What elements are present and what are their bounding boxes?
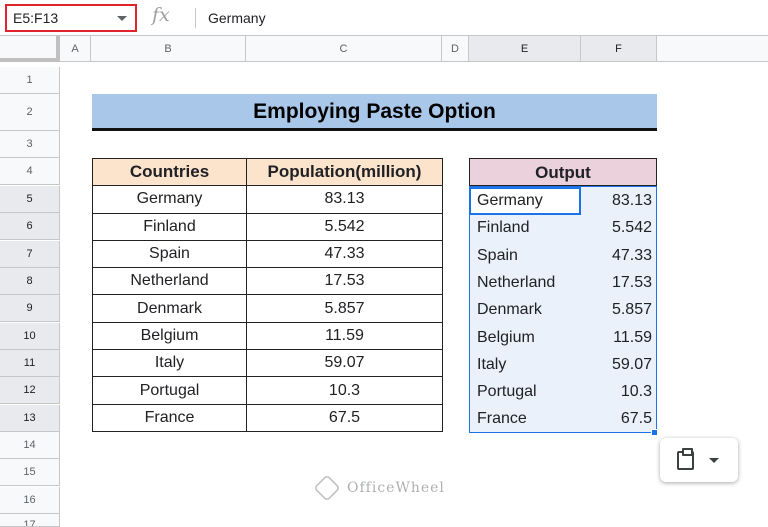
country-cell[interactable]: Germany [92,185,247,214]
row-header-15[interactable]: 15 [0,459,60,487]
chevron-down-icon[interactable] [709,458,719,463]
column-header-e[interactable]: E [469,36,581,62]
column-header-c[interactable]: C [246,36,442,62]
row-header-2[interactable]: 2 [0,94,60,131]
population-cell[interactable]: 10.3 [246,376,443,405]
row-header-3[interactable]: 3 [0,131,60,159]
output-value-cell[interactable]: 83.13 [612,187,652,214]
header-population[interactable]: Population(million) [246,157,443,187]
country-cell[interactable]: Netherland [92,267,247,296]
watermark-text: OfficeWheel [347,480,445,496]
formula-bar: E5:F13 fx Germany [0,0,768,36]
population-cell[interactable]: 5.857 [246,294,443,323]
country-cell[interactable]: Spain [92,239,247,269]
table-row: Denmark 5.857 [470,296,656,323]
row-header-17[interactable]: 17 [0,514,60,527]
row-header-1[interactable]: 1 [0,67,60,95]
row-header-7[interactable]: 7 [0,241,60,269]
row-header-9[interactable]: 9 [0,295,60,323]
output-value-cell[interactable]: 5.857 [612,296,652,323]
population-cell[interactable]: 17.53 [246,267,443,296]
active-cell-value[interactable]: Germany [477,192,543,210]
output-value-cell[interactable]: 17.53 [612,269,652,296]
output-value-cell[interactable]: 59.07 [612,351,652,378]
table-row: Finland 5.542 [470,214,656,241]
population-cell[interactable]: 47.33 [246,239,443,269]
table-row: Italy 59.07 [470,351,656,378]
output-country-cell[interactable]: Netherland [477,269,555,296]
output-header[interactable]: Output [469,158,657,186]
output-value-cell[interactable]: 11.59 [613,324,652,351]
table-row: Finland 5.542 [92,212,443,241]
select-all-corner[interactable] [0,36,60,62]
country-cell[interactable]: Italy [92,349,247,378]
population-cell[interactable]: 83.13 [246,185,443,214]
population-cell[interactable]: 5.542 [246,212,443,241]
output-country-cell[interactable]: Denmark [477,296,542,323]
output-country-cell[interactable]: Italy [477,351,506,378]
officewheel-logo-icon [313,474,341,502]
row-header-11[interactable]: 11 [0,350,60,378]
country-cell[interactable]: Denmark [92,294,247,323]
country-cell[interactable]: Belgium [92,321,247,351]
column-header-b[interactable]: B [91,36,246,62]
header-countries[interactable]: Countries [92,157,247,187]
output-value-cell[interactable]: 5.542 [612,214,652,241]
fill-handle[interactable] [651,429,658,436]
table-row: Portugal 10.3 [470,378,656,405]
row-header-16[interactable]: 16 [0,487,60,515]
clipboard-icon[interactable] [677,448,694,470]
chevron-down-icon[interactable] [117,16,127,21]
formula-input[interactable]: Germany [208,10,266,26]
output-country-cell[interactable]: Spain [477,242,518,269]
table-row: Italy 59.07 [92,349,443,378]
table-row: Denmark 5.857 [92,294,443,323]
column-header-f[interactable]: F [581,36,657,62]
output-value-cell[interactable]: 67.5 [621,405,652,432]
table-row: Belgium 11.59 [92,321,443,351]
sheet-title[interactable]: Employing Paste Option [92,94,657,131]
fx-icon: fx [152,4,170,26]
country-cell[interactable]: Finland [92,212,247,241]
row-header-5[interactable]: 5 [0,186,60,214]
output-country-cell[interactable]: France [477,405,527,432]
name-box[interactable]: E5:F13 [5,4,137,32]
output-country-cell[interactable]: Portugal [477,378,537,405]
paste-options-button[interactable] [660,438,738,482]
population-cell[interactable]: 67.5 [246,403,443,432]
table-row: France 67.5 [470,405,656,432]
output-country-cell[interactable]: Finland [477,214,529,241]
formula-separator [195,8,196,28]
output-country-cell[interactable]: Belgium [477,324,535,351]
output-value-cell[interactable]: 10.3 [621,378,652,405]
row-header-4[interactable]: 4 [0,158,60,186]
population-table: Countries Population(million) Germany 83… [92,157,443,432]
table-row: Spain 47.33 [92,239,443,269]
column-header-d[interactable]: D [442,36,469,62]
table-row: Netherland 17.53 [92,267,443,296]
country-cell[interactable]: Portugal [92,376,247,405]
population-cell[interactable]: 59.07 [246,349,443,378]
table-row: Belgium 11.59 [470,324,656,351]
table-row: Netherland 17.53 [470,269,656,296]
table-row: Spain 47.33 [470,242,656,269]
column-header-blank [657,36,768,62]
population-cell[interactable]: 11.59 [246,321,443,351]
table-row: France 67.5 [92,403,443,432]
output-selection-range[interactable]: Germany 83.13 Finland 5.542 Spain 47.33 … [469,186,657,433]
column-header-a[interactable]: A [60,36,91,62]
watermark: OfficeWheel [313,474,465,502]
name-box-value: E5:F13 [13,10,59,26]
row-header-10[interactable]: 10 [0,323,60,351]
output-value-cell[interactable]: 47.33 [612,242,652,269]
table-row: Portugal 10.3 [92,376,443,405]
row-header-6[interactable]: 6 [0,213,60,241]
row-header-14[interactable]: 14 [0,432,60,460]
row-header-13[interactable]: 13 [0,405,60,433]
table-row: Germany 83.13 [92,185,443,214]
row-header-8[interactable]: 8 [0,268,60,296]
row-header-12[interactable]: 12 [0,377,60,405]
country-cell[interactable]: France [92,403,247,432]
